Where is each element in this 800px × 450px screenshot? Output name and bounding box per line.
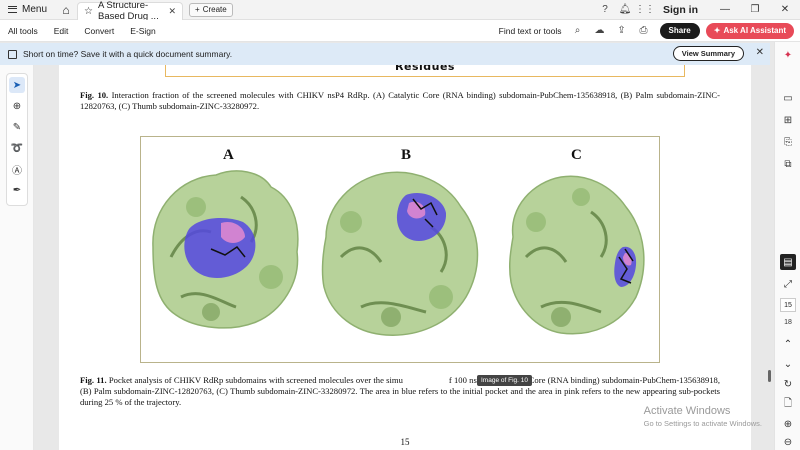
pdf-page: Residues Fig. 10. Interaction fraction o…: [59, 65, 751, 450]
star-icon[interactable]: ☆: [84, 6, 93, 17]
document-tab[interactable]: ☆ A Structure-Based Drug ... ✕: [77, 0, 184, 22]
panel-b-structure: [321, 171, 479, 336]
print-icon[interactable]: ⎙: [634, 21, 654, 41]
banner-close-icon[interactable]: ✕: [756, 47, 764, 58]
create-button[interactable]: + Create: [189, 2, 233, 17]
menu-all-tools[interactable]: All tools: [0, 26, 46, 36]
current-page-input[interactable]: 15: [780, 298, 796, 312]
quick-tools: ➤ ⊕ ✎ ➰ Ⓐ ✒: [6, 73, 28, 206]
menu-button[interactable]: Menu: [0, 0, 55, 20]
layers-icon[interactable]: ⧉: [780, 156, 796, 172]
fig11-text: Pocket analysis of CHIKV RdRp subdomains…: [106, 375, 403, 385]
activate-windows-watermark: Activate Windows Go to Settings to activ…: [644, 405, 762, 428]
protein-structures-image: [152, 170, 645, 336]
bookmark-icon[interactable]: ⊞: [780, 112, 796, 128]
help-icon[interactable]: ?: [595, 0, 615, 20]
comment-icon[interactable]: ⊕: [9, 98, 25, 114]
watermark-line2: Go to Settings to activate Windows.: [643, 419, 762, 428]
residues-heading: Residues: [395, 65, 455, 73]
zoom-in-icon[interactable]: ⊕: [780, 416, 796, 432]
tab-title: A Structure-Based Drug ...: [97, 0, 159, 22]
previous-figure-box: Residues: [165, 65, 685, 77]
summary-icon: [8, 49, 17, 59]
fig11-caption: Fig. 11. Pocket analysis of CHIKV RdRp s…: [80, 375, 720, 408]
fig11-image[interactable]: A B C: [140, 136, 660, 363]
panel-label-a: A: [223, 147, 234, 163]
close-tab-icon[interactable]: ✕: [168, 6, 176, 17]
signature-icon[interactable]: ✒: [9, 182, 25, 198]
summary-banner: Short on time? Save it with a quick docu…: [0, 43, 770, 65]
image-tooltip: Image of Fig. 10: [477, 375, 532, 386]
plus-icon: +: [195, 5, 200, 14]
upload-icon[interactable]: ⇪: [612, 21, 632, 41]
ask-ai-button[interactable]: ✦ Ask AI Assistant: [705, 22, 794, 39]
fig10-text: Interaction fraction of the screened mol…: [80, 90, 720, 111]
minimize-icon[interactable]: —: [710, 0, 740, 20]
right-rail: ✦ ▭ ⊞ ⎘ ⧉ ▤ ⤢ 15 18 ⌃ ⌄ ↻ 🗋︎ ⊕ ⊖: [774, 42, 800, 450]
next-page-icon[interactable]: ⌄: [780, 356, 796, 372]
vertical-scrollbar[interactable]: [767, 65, 773, 450]
select-cursor-icon[interactable]: ➤: [9, 77, 25, 93]
sign-in-button[interactable]: Sign in: [655, 4, 710, 16]
find-text-label[interactable]: Find text or tools: [499, 26, 562, 36]
fig10-caption: Fig. 10. Interaction fraction of the scr…: [80, 90, 720, 112]
main-toolbar: All tools Edit Convert E-Sign Find text …: [0, 20, 800, 42]
total-pages: 18: [784, 319, 792, 326]
watermark-line1: Activate Windows: [643, 405, 731, 417]
fig11-label: Fig. 11.: [80, 375, 107, 385]
attachment-icon[interactable]: ⎘: [780, 134, 796, 150]
scroll-thumb[interactable]: [768, 370, 771, 382]
document-viewport[interactable]: Residues Fig. 10. Interaction fraction o…: [35, 65, 770, 450]
panel-a-structure: [152, 170, 299, 329]
zoom-out-icon[interactable]: ⊖: [780, 434, 796, 450]
left-tool-rail: ➤ ⊕ ✎ ➰ Ⓐ ✒: [0, 65, 34, 450]
previous-page-icon[interactable]: ⌃: [780, 336, 796, 352]
title-bar: Menu ⌂ ☆ A Structure-Based Drug ... ✕ + …: [0, 0, 800, 22]
panel-label-c: C: [571, 147, 582, 163]
view-summary-button[interactable]: View Summary: [672, 46, 744, 61]
document-info-icon[interactable]: 🗋︎: [780, 396, 796, 412]
bell-icon[interactable]: 🔔︎: [615, 0, 635, 20]
menu-label: Menu: [22, 4, 48, 15]
hamburger-icon: [8, 6, 17, 13]
cloud-upload-icon[interactable]: ☁: [590, 21, 610, 41]
maximize-icon[interactable]: ❐: [740, 0, 770, 20]
create-label: Create: [202, 5, 227, 14]
text-box-icon[interactable]: Ⓐ: [9, 161, 25, 177]
panel-label-b: B: [401, 147, 412, 163]
refresh-icon[interactable]: ↻: [780, 376, 796, 392]
draw-loop-icon[interactable]: ➰: [9, 140, 25, 156]
page-number: 15: [400, 437, 410, 447]
close-window-icon[interactable]: ✕: [770, 0, 800, 20]
fit-page-icon[interactable]: ⤢: [780, 276, 796, 292]
menu-esign[interactable]: E-Sign: [122, 26, 164, 36]
banner-text: Short on time? Save it with a quick docu…: [23, 49, 233, 59]
apps-grid-icon[interactable]: ⋮⋮: [635, 0, 655, 20]
page-thumbnails-icon[interactable]: ▤: [780, 254, 796, 270]
search-icon[interactable]: ⌕: [568, 21, 588, 41]
ask-ai-label: Ask AI Assistant: [723, 26, 786, 35]
ai-assistant-icon[interactable]: ✦: [780, 47, 796, 63]
comments-panel-icon[interactable]: ▭: [780, 90, 796, 106]
fig10-label: Fig. 10.: [80, 90, 109, 100]
share-button[interactable]: Share: [659, 22, 700, 39]
highlight-pen-icon[interactable]: ✎: [9, 119, 25, 135]
home-icon[interactable]: ⌂: [55, 0, 77, 20]
panel-c-structure: [509, 175, 645, 335]
menu-edit[interactable]: Edit: [46, 26, 77, 36]
sparkle-icon: ✦: [713, 26, 721, 35]
menu-convert[interactable]: Convert: [76, 26, 122, 36]
